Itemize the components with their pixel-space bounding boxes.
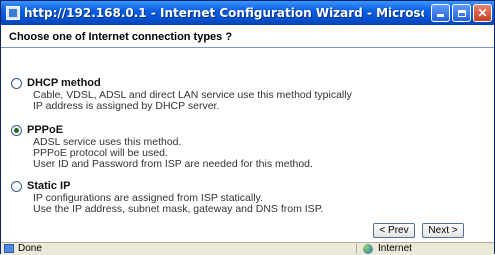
status-divider: [356, 244, 357, 254]
security-zone-label: Internet: [378, 243, 412, 254]
dhcp-desc-2: IP address is assigned by DHCP server.: [33, 100, 220, 112]
ie-page-icon: [6, 6, 20, 20]
window-title: http://192.168.0.1 - Internet Configurat…: [24, 6, 424, 20]
prev-button[interactable]: < Prev: [373, 223, 415, 238]
static-ip-label[interactable]: Static IP: [27, 180, 70, 192]
maximize-icon: [457, 10, 466, 17]
dhcp-radio[interactable]: [11, 78, 22, 89]
pppoe-label[interactable]: PPPoE: [27, 124, 63, 136]
next-button[interactable]: Next >: [422, 223, 464, 238]
dhcp-label[interactable]: DHCP method: [27, 77, 101, 89]
minimize-button[interactable]: [431, 4, 450, 22]
static-ip-desc-2: Use the IP address, subnet mask, gateway…: [33, 203, 324, 215]
wizard-prompt: Choose one of Internet connection types …: [9, 31, 233, 43]
maximize-button[interactable]: [452, 4, 471, 22]
browser-window: http://192.168.0.1 - Internet Configurat…: [0, 0, 495, 255]
status-text: Done: [18, 243, 42, 254]
pppoe-radio[interactable]: [11, 125, 22, 136]
minimize-icon: [437, 14, 444, 17]
status-bar: Done Internet: [1, 242, 494, 255]
close-button[interactable]: ✕: [473, 4, 492, 22]
internet-zone-icon: [363, 244, 373, 254]
static-ip-radio[interactable]: [11, 181, 22, 192]
title-bar[interactable]: http://192.168.0.1 - Internet Configurat…: [1, 1, 494, 25]
pppoe-desc-3: User ID and Password from ISP are needed…: [33, 158, 313, 170]
close-icon: ✕: [477, 6, 488, 20]
wizard-header: Choose one of Internet connection types …: [1, 25, 494, 48]
page-done-icon: [4, 244, 14, 253]
